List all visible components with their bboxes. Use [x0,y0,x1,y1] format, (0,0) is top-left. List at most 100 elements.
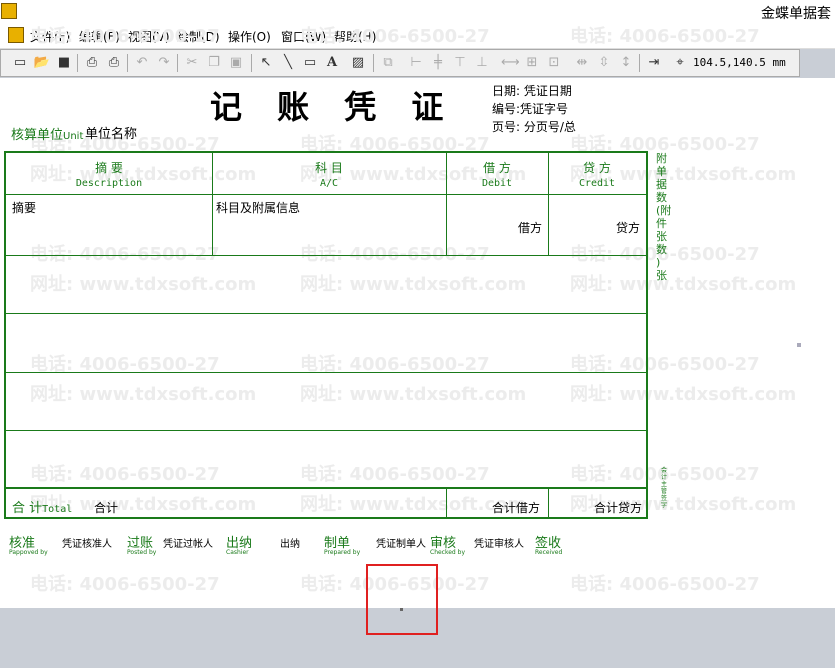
space-vertical-icon[interactable]: ⇳ [595,54,613,72]
number-label: 编号: [492,102,521,116]
same-size-icon[interactable]: ⊡ [545,54,563,72]
app-icon [1,3,17,19]
voucher-number-field[interactable]: 编号:凭证字号 [492,100,568,117]
align-bottom-icon[interactable]: ⊥ [473,54,491,72]
row-debit-field[interactable]: 借方 [518,219,542,236]
window-title: 金蝶单据套 [761,6,831,22]
exit-icon[interactable]: ⇥ [645,54,663,72]
header-account-cn: 科 目 [315,161,343,175]
cut-icon[interactable]: ✂ [183,54,201,72]
checker-label[interactable]: 审核 Checked by [430,532,465,556]
table-divider [6,372,646,373]
row-credit-field[interactable]: 贷方 [616,219,640,236]
new-icon[interactable]: ▭ [11,54,29,72]
header-debit-cn: 借 方 [483,161,511,175]
date-field[interactable]: 日期: 凭证日期 [492,82,572,99]
header-account-en: A/C [319,178,339,189]
same-width-icon[interactable]: ⟷ [501,54,520,72]
page-value: 分页号/总 [523,120,576,134]
poster-field[interactable]: 凭证过帐人 [163,535,213,550]
header-account[interactable]: 科 目 A/C [212,161,446,191]
copy-icon[interactable]: ❐ [205,54,223,72]
paste-icon[interactable]: ▣ [227,54,245,72]
date-label: 日期: [492,84,521,98]
redo-icon[interactable]: ↷ [155,54,173,72]
table-divider [6,313,646,314]
watermark-phone: 电话: 4006-6500-27 [570,26,760,47]
preparer-field[interactable]: 凭证制单人 [376,535,426,550]
column-divider [548,487,549,517]
table-divider [6,487,646,489]
text-tool-icon[interactable]: A [323,54,341,72]
rectangle-tool-icon[interactable]: ▭ [301,54,319,72]
number-value: 凭证字号 [520,102,569,116]
same-height-icon[interactable]: ⊞ [523,54,541,72]
cashier-label[interactable]: 出纳 Cashier [226,532,252,556]
preview-icon[interactable]: ⎙ [83,54,101,72]
space-horizontal-icon[interactable]: ⇹ [573,54,591,72]
line-tool-icon[interactable]: ╲ [279,54,297,72]
document-icon[interactable] [8,27,24,43]
column-divider [446,487,447,517]
save-icon[interactable]: ■ [55,54,73,72]
cashier-field[interactable]: 出纳 [280,535,300,550]
total-label[interactable]: 合 计Total [12,497,72,516]
align-center-icon[interactable]: ╪ [429,54,447,72]
move-vertical-icon[interactable]: ↕ [617,54,635,72]
approver-field[interactable]: 凭证核准人 [62,535,112,550]
header-credit-cn: 贷 方 [583,161,611,175]
preparer-label[interactable]: 制单 Prepared by [324,532,360,556]
total-label-en: Total [42,504,73,515]
supervisor-note[interactable]: 会计主管签字 [661,467,669,509]
watermark-phone: 电话: 4006-6500-27 [30,26,220,47]
table-divider [6,255,646,256]
align-left-icon[interactable]: ⊢ [407,54,425,72]
row-description-field[interactable]: 摘要 [12,199,36,216]
receiver-label[interactable]: 签收 Received [535,532,562,556]
approver-label[interactable]: 核准 Pappoved by [9,532,48,556]
voucher-table: 摘 要 Description 科 目 A/C 借 方 Debit 贷 方 Cr… [4,151,648,519]
watermark-phone: 电话: 4006-6500-27 [30,574,220,595]
header-description-cn: 摘 要 [95,161,123,175]
total-debit-field[interactable]: 合计借方 [492,499,540,516]
total-credit-field[interactable]: 合计贷方 [594,499,642,516]
header-credit[interactable]: 贷 方 Credit [548,161,646,191]
header-debit[interactable]: 借 方 Debit [446,161,548,191]
right-margin [797,78,835,613]
unit-label[interactable]: 核算单位Unit [11,124,83,143]
toolbar: ▭ 📂 ■ ⎙ ⎙ ↶ ↷ ✂ ❐ ▣ ↖ ╲ ▭ A ▨ ⧉ ⊢ ╪ ⊤ ⊥ … [0,49,800,77]
align-top-icon[interactable]: ⊤ [451,54,469,72]
checker-field[interactable]: 凭证审核人 [474,535,524,550]
title-bar: 金蝶单据套 [0,0,835,24]
print-icon[interactable]: ⎙ [105,54,123,72]
table-divider [6,194,646,195]
row-account-field[interactable]: 科目及附属信息 [216,199,300,216]
watermark-phone: 电话: 4006-6500-27 [300,26,490,47]
header-description[interactable]: 摘 要 Description [6,161,212,191]
table-divider [6,430,646,431]
total-label-cn: 合 计 [12,501,43,516]
menu-operate[interactable]: 操作(O) [228,28,271,45]
canvas-corner-handle[interactable] [400,608,403,611]
ruler-icon: ⌖ [676,55,684,70]
unit-label-cn: 核算单位 [11,128,64,143]
undo-icon[interactable]: ↶ [133,54,151,72]
page-label: 页号: [492,120,521,134]
scroll-marker [797,343,801,347]
date-value: 凭证日期 [523,84,572,98]
unit-name-field[interactable]: 单位名称 [85,123,137,142]
image-tool-icon[interactable]: ▨ [349,54,367,72]
poster-label[interactable]: 过账 Posted by [127,532,156,556]
voucher-title[interactable]: 记 账 凭 证 [210,82,455,128]
selection-rectangle[interactable] [366,564,438,635]
unit-label-en: Unit [63,131,84,142]
bring-front-icon[interactable]: ⧉ [379,54,397,72]
watermark-phone: 电话: 4006-6500-27 [570,574,760,595]
total-field[interactable]: 合计 [94,499,118,516]
attachment-count-label[interactable]: 附单据数(附件张数 )张 [656,152,671,282]
open-icon[interactable]: 📂 [33,54,51,72]
header-debit-en: Debit [481,178,513,189]
select-pointer-icon[interactable]: ↖ [257,54,275,72]
header-credit-en: Credit [578,178,616,189]
page-number-field[interactable]: 页号: 分页号/总 [492,118,576,135]
